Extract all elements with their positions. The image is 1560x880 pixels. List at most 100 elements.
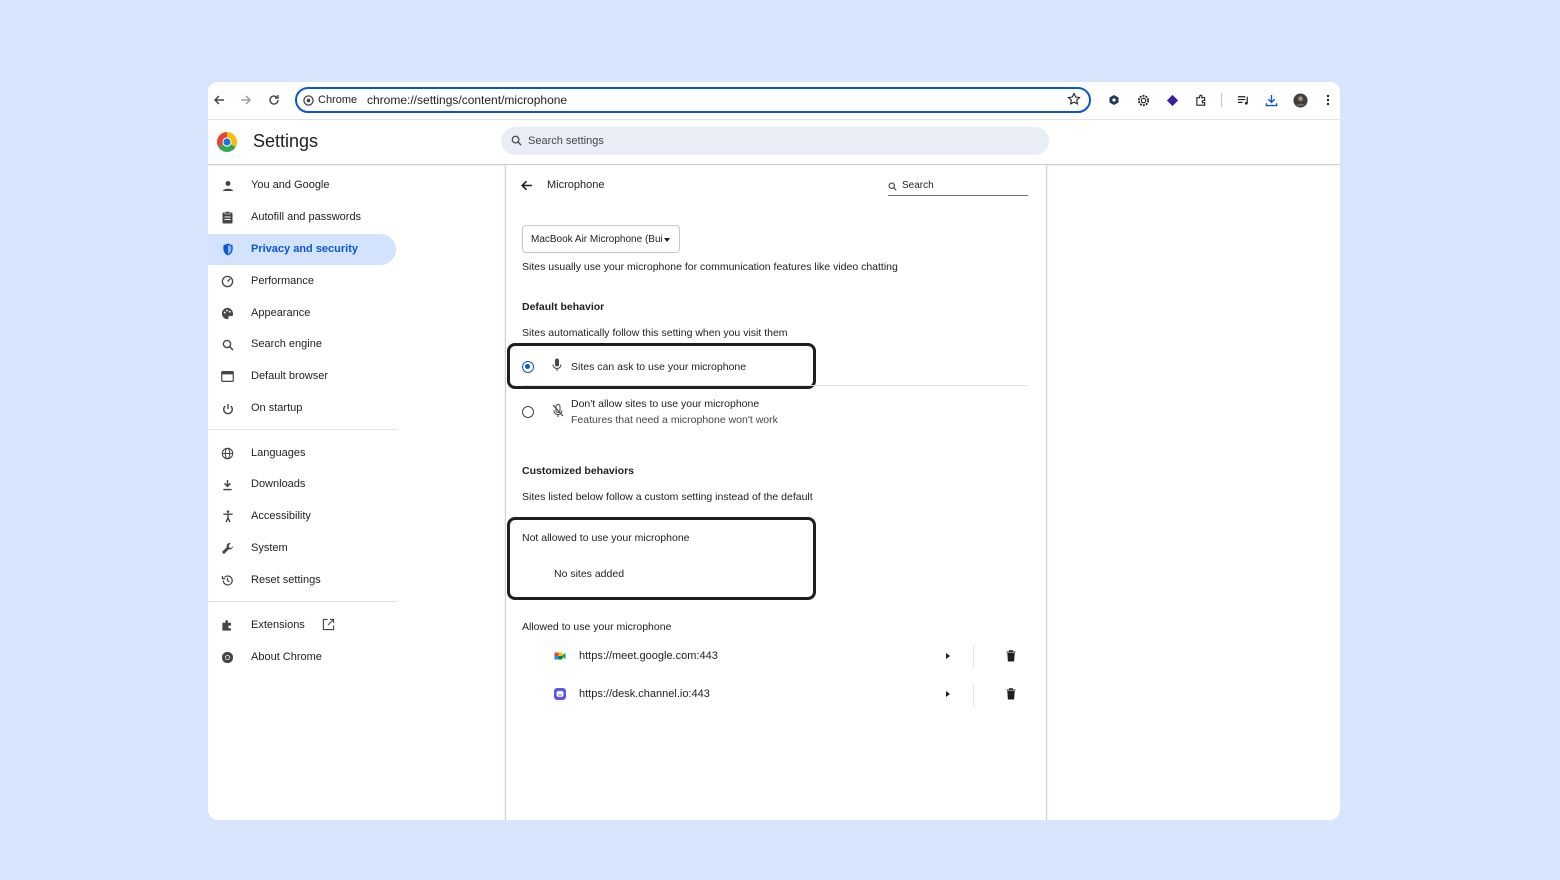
- back-arrow-icon: [521, 180, 532, 191]
- device-description: Sites usually use your microphone for co…: [522, 261, 898, 273]
- sidebar-item-label: Default browser: [251, 370, 329, 382]
- microphone-settings-card: Microphone Search MacBook Air Microphone…: [505, 165, 1047, 820]
- sidebar-item-reset-settings[interactable]: Reset settings: [208, 565, 396, 596]
- sidebar-item-system[interactable]: System: [208, 533, 396, 564]
- chrome-icon: [303, 94, 314, 106]
- browser-icon: [220, 369, 235, 384]
- allowed-site-row[interactable]: https://desk.channel.io:443: [506, 676, 1046, 714]
- sidebar-item-extensions[interactable]: Extensions: [208, 610, 396, 641]
- sidebar-item-label: You and Google: [251, 179, 330, 191]
- forward-button[interactable]: [236, 90, 256, 110]
- accessibility-icon: [220, 509, 235, 524]
- customized-behaviors-heading: Customized behaviors: [522, 465, 635, 477]
- back-to-site-settings-button[interactable]: [520, 179, 533, 197]
- sidebar-item-search-engine[interactable]: Search engine: [208, 329, 396, 360]
- option-block-row[interactable]: Don't allow sites to use your microphone…: [522, 397, 842, 429]
- sidebar-item-autofill[interactable]: Autofill and passwords: [208, 202, 396, 233]
- sidebar-item-label: System: [251, 542, 288, 554]
- speedometer-icon: [220, 274, 235, 289]
- delete-site-button[interactable]: [1006, 649, 1016, 667]
- search-placeholder: Search: [902, 180, 934, 191]
- chrome-logo-icon: [217, 132, 237, 152]
- back-arrow-icon: [213, 95, 224, 105]
- profile-button[interactable]: [1291, 91, 1309, 109]
- sidebar-divider: [208, 429, 398, 430]
- hexagon-extension-icon: [1109, 95, 1119, 105]
- power-icon: [220, 401, 235, 416]
- channel-talk-icon: [554, 688, 566, 700]
- allowed-site-row[interactable]: https://meet.google.com:443: [506, 638, 1046, 676]
- subpage-search-input[interactable]: Search: [888, 179, 1028, 196]
- settings-header: Settings Search settings: [208, 120, 1340, 165]
- open-in-new-icon: [322, 618, 335, 636]
- reading-list-button[interactable]: [1234, 91, 1252, 109]
- extension-diamond-button[interactable]: [1163, 91, 1181, 109]
- row-separator: [973, 646, 974, 668]
- kebab-menu-icon: [1326, 94, 1330, 106]
- url-text[interactable]: chrome://settings/content/microphone: [367, 93, 567, 107]
- palette-icon: [220, 306, 235, 321]
- media-queue-icon: [1237, 95, 1248, 105]
- reload-button[interactable]: [264, 90, 284, 110]
- shield-icon: [220, 242, 235, 257]
- sidebar-item-label: Accessibility: [251, 510, 311, 522]
- extension-shield-button[interactable]: [1105, 91, 1123, 109]
- bookmark-button[interactable]: [1067, 92, 1081, 111]
- sidebar-item-performance[interactable]: Performance: [208, 266, 396, 297]
- trash-icon: [1006, 650, 1016, 662]
- default-behavior-description: Sites automatically follow this setting …: [522, 327, 788, 339]
- reload-icon: [269, 95, 279, 105]
- sidebar-item-label: Extensions: [251, 619, 305, 631]
- sidebar-item-label: Languages: [251, 447, 306, 459]
- wrench-icon: [220, 541, 235, 556]
- sidebar-item-label: Privacy and security: [251, 243, 359, 255]
- microphone-off-icon: [552, 404, 564, 417]
- chevron-right-icon[interactable]: [946, 653, 950, 659]
- microphone-device-select[interactable]: MacBook Air Microphone (Bui: [522, 225, 680, 253]
- toolbar-separator: [1221, 93, 1222, 107]
- sidebar-item-appearance[interactable]: Appearance: [208, 298, 396, 329]
- subpage-title: Microphone: [547, 179, 605, 191]
- downloads-button[interactable]: [1262, 91, 1280, 109]
- site-chip[interactable]: Chrome: [303, 92, 357, 108]
- option-block-sublabel: Features that need a microphone won't wo…: [571, 414, 778, 426]
- chevron-down-icon: [664, 238, 670, 242]
- chrome-icon: [220, 650, 235, 665]
- delete-site-button[interactable]: [1006, 687, 1016, 705]
- sidebar-item-you-and-google[interactable]: You and Google: [208, 170, 396, 201]
- download-icon: [1265, 94, 1277, 106]
- sidebar-item-label: Performance: [251, 275, 314, 287]
- settings-search-input[interactable]: Search settings: [501, 127, 1049, 155]
- sidebar-item-label: Reset settings: [251, 574, 321, 586]
- sidebar-item-privacy[interactable]: Privacy and security: [208, 234, 396, 265]
- divider: [522, 385, 1028, 386]
- address-bar[interactable]: Chrome chrome://settings/content/microph…: [295, 87, 1091, 113]
- search-icon: [888, 182, 897, 191]
- page-title: Settings: [253, 131, 319, 151]
- download-icon: [220, 477, 235, 492]
- radio-block[interactable]: [522, 406, 534, 418]
- chevron-right-icon[interactable]: [946, 691, 950, 697]
- diamond-extension-icon: [1166, 94, 1178, 106]
- extension-gear-button[interactable]: [1134, 91, 1152, 109]
- clipboard-icon: [220, 210, 235, 225]
- default-behavior-heading: Default behavior: [522, 301, 605, 313]
- extensions-menu-button[interactable]: [1192, 91, 1210, 109]
- trash-icon: [1006, 688, 1016, 700]
- sidebar-item-default-browser[interactable]: Default browser: [208, 361, 396, 392]
- back-button[interactable]: [209, 90, 229, 110]
- site-url: https://desk.channel.io:443: [579, 688, 710, 700]
- sidebar-item-downloads[interactable]: Downloads: [208, 469, 396, 500]
- sidebar-item-about-chrome[interactable]: About Chrome: [208, 642, 396, 673]
- sidebar-divider: [208, 601, 398, 602]
- highlight-box-default: [507, 343, 816, 389]
- sidebar-item-label: Autofill and passwords: [251, 211, 362, 223]
- sidebar-item-languages[interactable]: Languages: [208, 438, 396, 469]
- site-url: https://meet.google.com:443: [579, 650, 718, 662]
- sidebar-item-accessibility[interactable]: Accessibility: [208, 501, 396, 532]
- sidebar-item-on-startup[interactable]: On startup: [208, 393, 396, 424]
- chrome-menu-button[interactable]: [1319, 91, 1337, 109]
- globe-icon: [220, 446, 235, 461]
- star-icon: [1067, 92, 1081, 105]
- browser-toolbar: Chrome chrome://settings/content/microph…: [208, 82, 1340, 120]
